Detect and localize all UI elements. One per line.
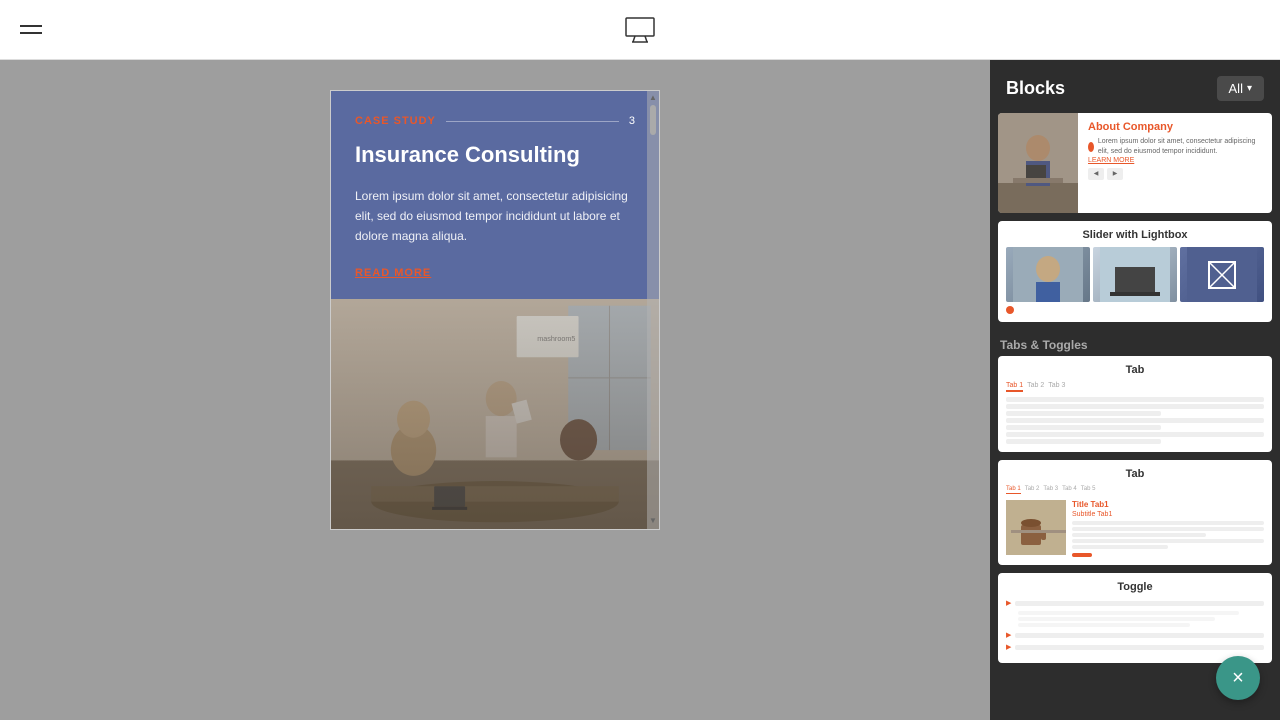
block-item-slider-lightbox[interactable]: Slider with Lightbox [998, 221, 1272, 322]
tab-1-nav-item-2[interactable]: Tab 2 [1027, 382, 1044, 392]
about-company-link[interactable]: LEARN MORE [1088, 157, 1262, 164]
toggle-item-1[interactable]: ▶ [1006, 599, 1264, 607]
right-panel: Blocks All [990, 60, 1280, 720]
about-company-text: Lorem ipsum dolor sit amet, consectetur … [1098, 137, 1262, 157]
about-company-image-overlay [998, 113, 1078, 213]
tab-2-line-1 [1072, 521, 1264, 525]
block-item-tab-2[interactable]: Tab Tab 1 Tab 2 Tab 3 Tab 4 Tab 5 [998, 460, 1272, 565]
right-panel-header: Blocks All [990, 60, 1280, 113]
tab-1-content [1006, 397, 1264, 444]
slider-dot-row [1006, 306, 1264, 314]
toggle-label-2 [1015, 633, 1264, 638]
canvas-area: ▲ ▼ CASE STUDY 3 Insurance Consulting Lo… [0, 60, 990, 720]
toggle-label-3 [1015, 645, 1264, 650]
tab-2-text-area: Title Tab1 Subtitle Tab1 [1072, 500, 1264, 557]
case-study-label: CASE STUDY [355, 115, 436, 127]
tab-2-title: Tab [1006, 468, 1264, 480]
toggle-line-3 [1018, 623, 1190, 627]
toggle-item-3[interactable]: ▶ [1006, 643, 1264, 651]
tab-1-line-4 [1006, 418, 1264, 423]
toggle-arrow-3: ▶ [1006, 643, 1011, 651]
all-filter-button[interactable]: All [1217, 76, 1264, 101]
toggle-line-2 [1018, 617, 1215, 621]
tab-2-content: Title Tab1 Subtitle Tab1 [1006, 500, 1264, 557]
block-item-tab-1[interactable]: Tab Tab 1 Tab 2 Tab 3 [998, 356, 1272, 452]
case-study-header: CASE STUDY 3 [355, 115, 635, 127]
monitor-icon [622, 12, 658, 48]
slider-image-2 [1093, 247, 1177, 302]
tab-1-line-7 [1006, 439, 1161, 444]
slider-image-1 [1006, 247, 1090, 302]
toggle-arrow-1: ▶ [1006, 599, 1011, 607]
main-layout: ▲ ▼ CASE STUDY 3 Insurance Consulting Lo… [0, 60, 1280, 720]
tab-2-nav-item-2[interactable]: Tab 2 [1025, 486, 1040, 494]
header [0, 0, 1280, 60]
toggle-arrow-2: ▶ [1006, 631, 1011, 639]
scroll-arrow-up: ▲ [649, 93, 657, 102]
image-overlay [331, 299, 659, 529]
about-company-icon-row: Lorem ipsum dolor sit amet, consectetur … [1088, 137, 1262, 157]
tab-2-line-3 [1072, 533, 1206, 537]
block-item-about-company[interactable]: About Company Lorem ipsum dolor sit amet… [998, 113, 1272, 213]
right-panel-content[interactable]: About Company Lorem ipsum dolor sit amet… [990, 113, 1280, 720]
tab-1-line-2 [1006, 404, 1264, 409]
tab-2-line-4 [1072, 539, 1264, 543]
about-company-image [998, 113, 1078, 213]
tab-2-link [1072, 553, 1092, 557]
tab-1-nav-item-3[interactable]: Tab 3 [1048, 382, 1065, 392]
toggle-title: Toggle [1006, 581, 1264, 593]
tab-2-content-subtitle: Subtitle Tab1 [1072, 511, 1264, 518]
case-study-body: Lorem ipsum dolor sit amet, consectetur … [355, 186, 635, 247]
close-fab-button[interactable]: × [1216, 656, 1260, 700]
tab-2-image [1006, 500, 1066, 555]
read-more-link[interactable]: READ MORE [355, 267, 635, 279]
tab-2-lines [1072, 521, 1264, 549]
about-company-title: About Company [1088, 121, 1262, 133]
tab-2-content-title: Title Tab1 [1072, 500, 1264, 509]
blocks-title: Blocks [1006, 78, 1065, 99]
tab-2-nav-item-5[interactable]: Tab 5 [1081, 486, 1096, 494]
case-study-number: 3 [629, 115, 635, 127]
person-icon [1088, 142, 1094, 152]
tab-2-nav: Tab 1 Tab 2 Tab 3 Tab 4 Tab 5 [1006, 486, 1264, 494]
scroll-thumb [650, 105, 656, 135]
section-label-tabs-toggles: Tabs & Toggles [998, 330, 1272, 356]
slider-image-3 [1180, 247, 1264, 302]
case-study-divider [446, 121, 619, 122]
menu-icon[interactable] [20, 25, 42, 34]
tab-1-line-3 [1006, 411, 1161, 416]
tab-2-nav-item-4[interactable]: Tab 4 [1062, 486, 1077, 494]
toggle-item-2[interactable]: ▶ [1006, 631, 1264, 639]
tab-1-nav: Tab 1 Tab 2 Tab 3 [1006, 382, 1264, 392]
slider-images [1006, 247, 1264, 302]
case-study-photo: mashroom5 [331, 299, 659, 529]
case-study-image: mashroom5 [331, 299, 659, 529]
tab-2-line-2 [1072, 527, 1264, 531]
toggle-content-lines [1018, 611, 1264, 627]
slider-lightbox-title: Slider with Lightbox [1006, 229, 1264, 241]
block-control-btn-1[interactable]: ◀ [1088, 168, 1104, 180]
about-company-content: About Company Lorem ipsum dolor sit amet… [1078, 113, 1272, 213]
tab-1-line-1 [1006, 397, 1264, 402]
preview-card: ▲ ▼ CASE STUDY 3 Insurance Consulting Lo… [330, 90, 660, 530]
tab-2-nav-item-3[interactable]: Tab 3 [1043, 486, 1058, 494]
tab-1-nav-item-1[interactable]: Tab 1 [1006, 382, 1023, 392]
tab-1-title: Tab [1006, 364, 1264, 376]
slider-dot-active [1006, 306, 1014, 314]
tab-1-line-6 [1006, 432, 1264, 437]
tab-1-line-5 [1006, 425, 1161, 430]
toggle-label-1 [1015, 601, 1264, 606]
block-control-btn-2[interactable]: ▶ [1107, 168, 1123, 180]
case-study-title: Insurance Consulting [355, 141, 635, 170]
block-item-toggle[interactable]: Toggle ▶ ▶ ▶ [998, 573, 1272, 663]
tab-2-nav-item-1[interactable]: Tab 1 [1006, 486, 1021, 494]
toggle-line-1 [1018, 611, 1239, 615]
about-company-controls: ◀ ▶ [1088, 168, 1262, 180]
tab-2-line-5 [1072, 545, 1168, 549]
canvas-scrollbar[interactable]: ▲ ▼ [647, 91, 659, 529]
scroll-arrow-down: ▼ [649, 516, 657, 525]
case-study-section: CASE STUDY 3 Insurance Consulting Lorem … [331, 91, 659, 299]
